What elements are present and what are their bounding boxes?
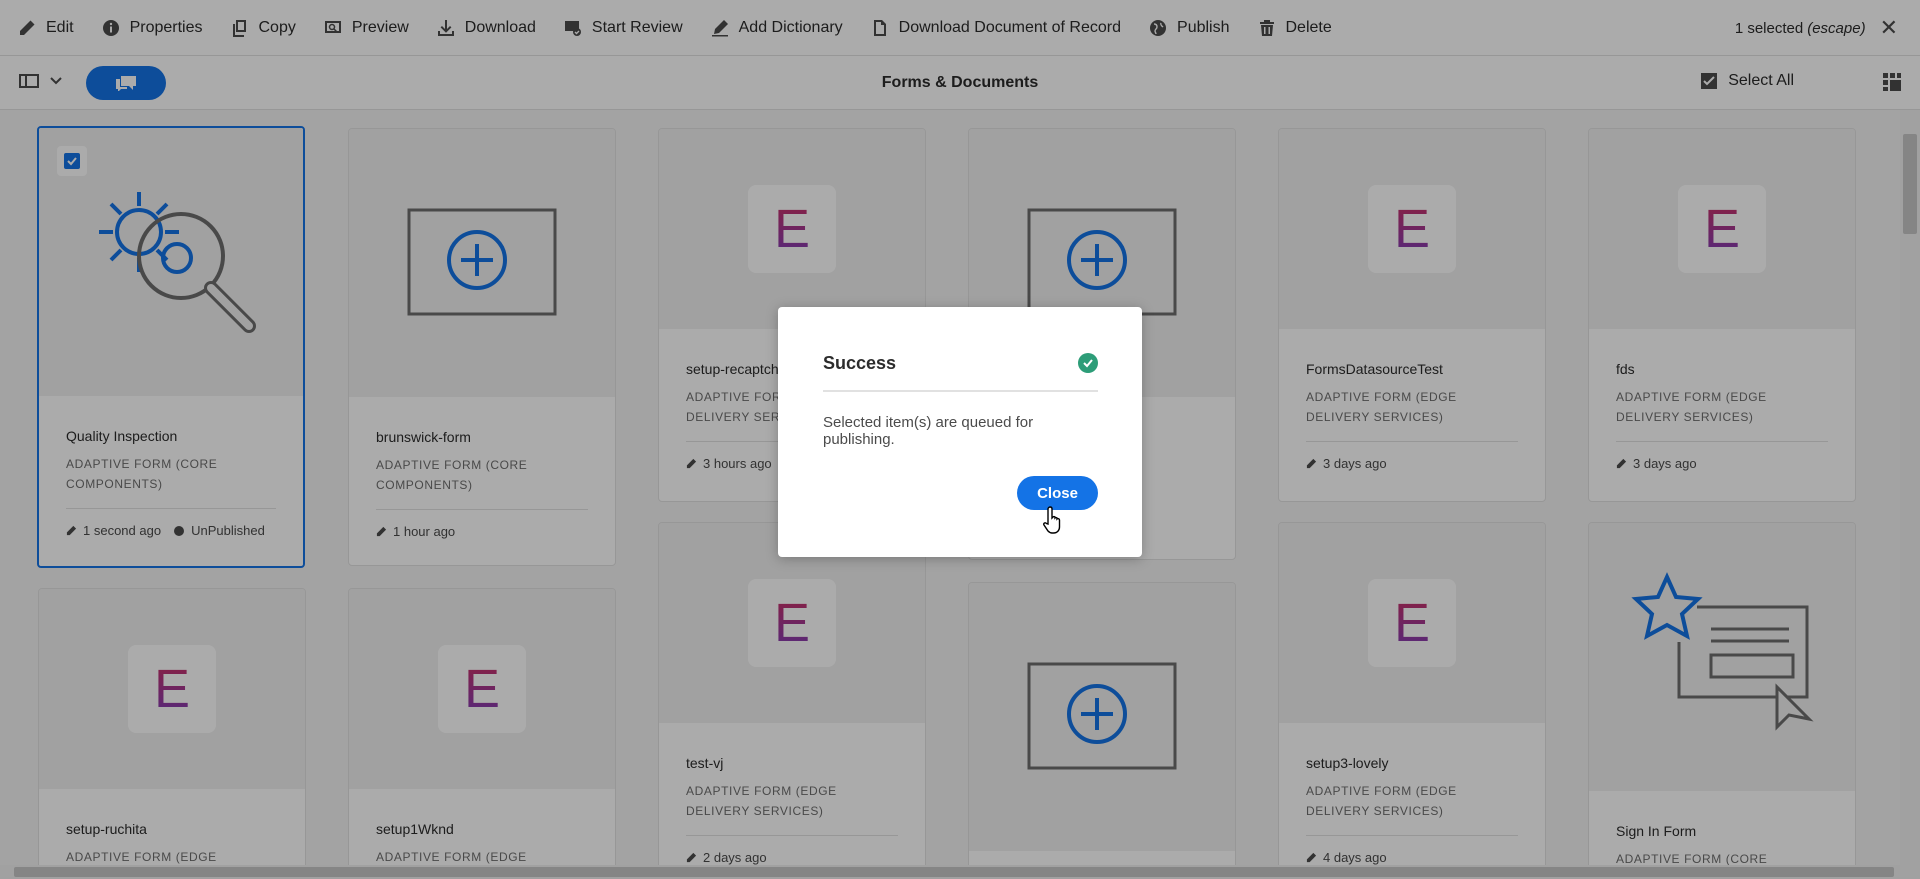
dialog-message: Selected item(s) are queued for publishi… [823,414,1034,448]
check-circle-icon [1078,353,1098,373]
dialog-title: Success [823,353,897,373]
dialog-divider [823,390,1098,392]
success-dialog: Success Selected item(s) are queued for … [778,307,1142,557]
hand-cursor-icon [1043,506,1061,534]
